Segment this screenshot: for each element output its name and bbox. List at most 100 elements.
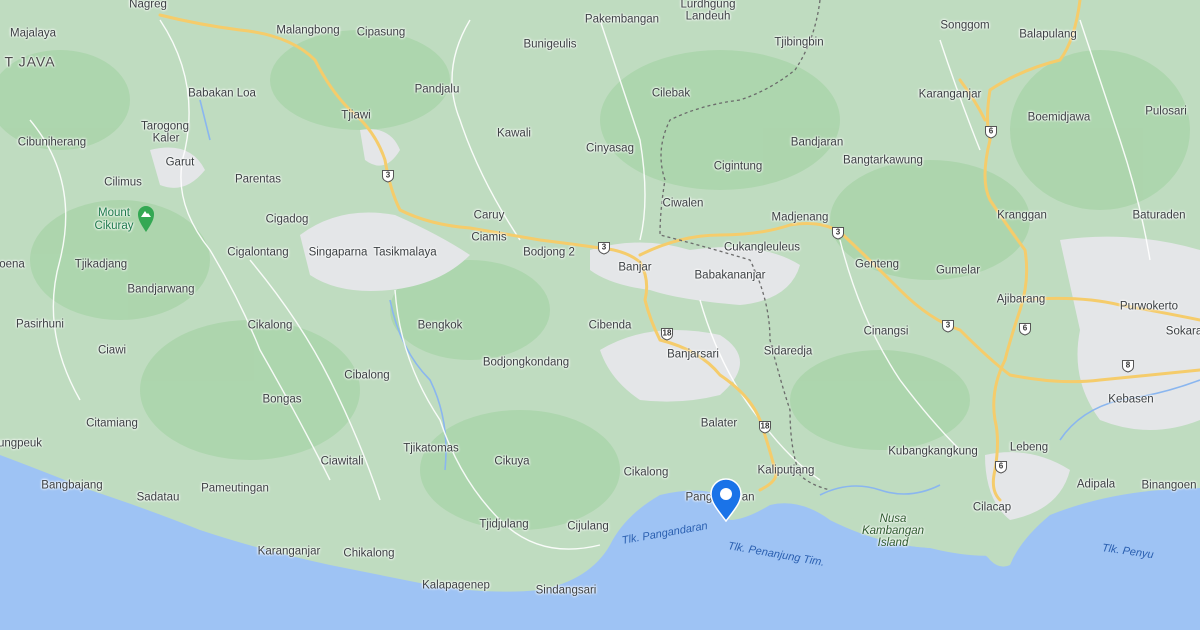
place-label-binangoen[interactable]: Binangoen bbox=[1142, 480, 1197, 493]
place-label-ciawi[interactable]: Ciawi bbox=[98, 345, 126, 358]
place-label-bandjaran[interactable]: Bandjaran bbox=[791, 137, 843, 150]
place-label-tjikatomas[interactable]: Tjikatomas bbox=[403, 443, 459, 456]
place-label-ciamis[interactable]: Ciamis bbox=[471, 232, 506, 245]
place-label-bengkok[interactable]: Bengkok bbox=[418, 320, 463, 333]
place-label-songgom[interactable]: Songgom bbox=[940, 20, 989, 33]
place-label-balapulang[interactable]: Balapulang bbox=[1019, 29, 1077, 42]
island-line2: Kambangan bbox=[861, 525, 925, 537]
place-label-tasikmalaya[interactable]: Tasikmalaya bbox=[373, 247, 436, 260]
location-pin-icon[interactable] bbox=[709, 478, 743, 522]
place-label-tjidjulang[interactable]: Tjidjulang bbox=[479, 519, 528, 532]
place-label-pandjalu[interactable]: Pandjalu bbox=[415, 84, 460, 97]
place-label-tjiawi[interactable]: Tjiawi bbox=[341, 110, 370, 123]
place-label-tjibingbin[interactable]: Tjibingbin bbox=[774, 37, 823, 50]
place-label-banjarsari[interactable]: Banjarsari bbox=[667, 349, 719, 362]
place-label-majalaya[interactable]: Majalaya bbox=[10, 28, 56, 41]
place-label-balater[interactable]: Balater bbox=[701, 418, 737, 431]
place-label-citamiang[interactable]: Citamiang bbox=[86, 418, 138, 431]
place-label-babakananjar[interactable]: Babakananjar bbox=[695, 270, 766, 283]
place-label-cipasung[interactable]: Cipasung bbox=[357, 27, 406, 40]
place-label-sindangsari[interactable]: Sindangsari bbox=[536, 585, 597, 598]
place-label-bandjarwang[interactable]: Bandjarwang bbox=[127, 284, 194, 297]
place-label-kebasen[interactable]: Kebasen bbox=[1108, 394, 1153, 407]
place-label-purwokerto[interactable]: Purwokerto bbox=[1120, 301, 1178, 314]
poi-line1: Mount bbox=[98, 207, 130, 219]
place-label-ciwalen[interactable]: Ciwalen bbox=[663, 198, 704, 211]
place-label-karanganjar-n[interactable]: Karanganjar bbox=[919, 89, 982, 102]
map-canvas[interactable]: Nagreg Majalaya Malangbong Cipasung Bunigeul… bbox=[0, 0, 1200, 630]
place-label-bodjongkondang[interactable]: Bodjongkondang bbox=[483, 357, 569, 370]
place-label-bongas[interactable]: Bongas bbox=[262, 394, 301, 407]
route-number: 6 bbox=[998, 461, 1004, 471]
place-label-cukangleuleus[interactable]: Cukangleuleus bbox=[724, 242, 800, 255]
place-label-cikalong-n[interactable]: Cikalong bbox=[248, 320, 293, 333]
place-label-cilacap[interactable]: Cilacap bbox=[973, 502, 1011, 515]
route-shield-r3c: 3 bbox=[832, 227, 845, 240]
place-label-parentas[interactable]: Parentas bbox=[235, 174, 281, 187]
place-label-kaliputjang[interactable]: Kaliputjang bbox=[758, 465, 815, 478]
place-label-cijulang[interactable]: Cijulang bbox=[567, 521, 609, 534]
place-label-nagreg[interactable]: Nagreg bbox=[129, 0, 167, 12]
place-label-adipala[interactable]: Adipala bbox=[1077, 479, 1115, 492]
route-shield-r3d: 3 bbox=[942, 320, 955, 333]
route-number: 8 bbox=[1125, 360, 1131, 370]
place-label-pasirhuni[interactable]: Pasirhuni bbox=[16, 319, 64, 332]
route-shield-r8: 8 bbox=[1122, 360, 1135, 373]
place-label-kranggan[interactable]: Kranggan bbox=[997, 210, 1047, 223]
place-label-gumelar[interactable]: Gumelar bbox=[936, 265, 980, 278]
place-label-lebeng[interactable]: Lebeng bbox=[1010, 442, 1048, 455]
route-number: 6 bbox=[1022, 323, 1028, 333]
map-base-layer bbox=[0, 0, 1200, 630]
place-label-cibuniherang[interactable]: Cibuniherang bbox=[18, 137, 86, 150]
place-label-sadatau[interactable]: Sadatau bbox=[137, 492, 180, 505]
place-label-caruy[interactable]: Caruy bbox=[474, 210, 505, 223]
place-label-cigadog[interactable]: Cigadog bbox=[266, 214, 309, 227]
place-label-cilebak[interactable]: Cilebak bbox=[652, 88, 690, 101]
place-label-banjar[interactable]: Banjar bbox=[618, 262, 651, 275]
place-label-garut[interactable]: Garut bbox=[166, 157, 195, 170]
place-label-kaler[interactable]: Kaler bbox=[153, 133, 180, 146]
place-label-kawali[interactable]: Kawali bbox=[497, 128, 531, 141]
place-label-karanganjar-s[interactable]: Karanganjar bbox=[258, 546, 321, 559]
place-label-pulosari[interactable]: Pulosari bbox=[1145, 106, 1187, 119]
place-label-ajibarang[interactable]: Ajibarang bbox=[997, 294, 1046, 307]
place-label-boemidjawa[interactable]: Boemidjawa bbox=[1028, 112, 1091, 125]
place-label-pakembangan[interactable]: Pakembangan bbox=[585, 14, 659, 27]
island-label: Nusa Kambangan Island bbox=[862, 513, 924, 549]
place-label-cinyasag[interactable]: Cinyasag bbox=[586, 143, 634, 156]
place-label-bangbajang[interactable]: Bangbajang bbox=[41, 480, 102, 493]
place-label-chikalong[interactable]: Chikalong bbox=[343, 548, 394, 561]
place-label-cilimus[interactable]: Cilimus bbox=[104, 177, 142, 190]
place-label-kalapagenep[interactable]: Kalapagenep bbox=[422, 580, 490, 593]
place-label-tjikadjang[interactable]: Tjikadjang bbox=[75, 259, 127, 272]
place-label-singaparna[interactable]: Singaparna bbox=[309, 247, 368, 260]
region-label: T JAVA bbox=[4, 53, 56, 70]
place-label-landeuh[interactable]: Landeuh bbox=[686, 11, 731, 24]
route-number: 3 bbox=[945, 320, 951, 330]
place-label-cigalontang[interactable]: Cigalontang bbox=[227, 247, 288, 260]
place-label-bangtarkawung[interactable]: Bangtarkawung bbox=[843, 155, 923, 168]
place-label-kubangkangkung[interactable]: Kubangkangkung bbox=[888, 446, 978, 459]
place-label-oena[interactable]: oena bbox=[0, 259, 25, 272]
place-label-bodjong2[interactable]: Bodjong 2 bbox=[523, 247, 575, 260]
place-label-cigintung[interactable]: Cigintung bbox=[714, 161, 763, 174]
place-label-sokara[interactable]: Sokara bbox=[1166, 326, 1200, 339]
place-label-genteng[interactable]: Genteng bbox=[855, 259, 899, 272]
place-label-ciawitali[interactable]: Ciawitali bbox=[321, 456, 364, 469]
place-label-sidaredja[interactable]: Sidaredja bbox=[764, 346, 813, 359]
place-label-cibalong[interactable]: Cibalong bbox=[344, 370, 389, 383]
place-label-cikalong-s[interactable]: Cikalong bbox=[624, 467, 669, 480]
place-label-cinangsi[interactable]: Cinangsi bbox=[864, 326, 909, 339]
place-label-baturaden[interactable]: Baturaden bbox=[1132, 210, 1185, 223]
poi-label-mount-cikuray[interactable]: Mount Cikuray bbox=[95, 207, 134, 233]
place-label-babakan-loa[interactable]: Babakan Loa bbox=[188, 88, 256, 101]
place-label-malangbong[interactable]: Malangbong bbox=[276, 25, 339, 38]
place-label-bunigeulis[interactable]: Bunigeulis bbox=[523, 39, 576, 52]
place-label-cibenda[interactable]: Cibenda bbox=[589, 320, 632, 333]
place-label-madjenang[interactable]: Madjenang bbox=[772, 212, 829, 225]
place-label-cikuya[interactable]: Cikuya bbox=[494, 456, 529, 469]
place-label-pameutingan[interactable]: Pameutingan bbox=[201, 483, 269, 496]
route-shield-r6c: 6 bbox=[995, 461, 1008, 474]
mountain-icon[interactable] bbox=[137, 205, 155, 233]
place-label-ungpeuk[interactable]: ungpeuk bbox=[0, 438, 42, 451]
